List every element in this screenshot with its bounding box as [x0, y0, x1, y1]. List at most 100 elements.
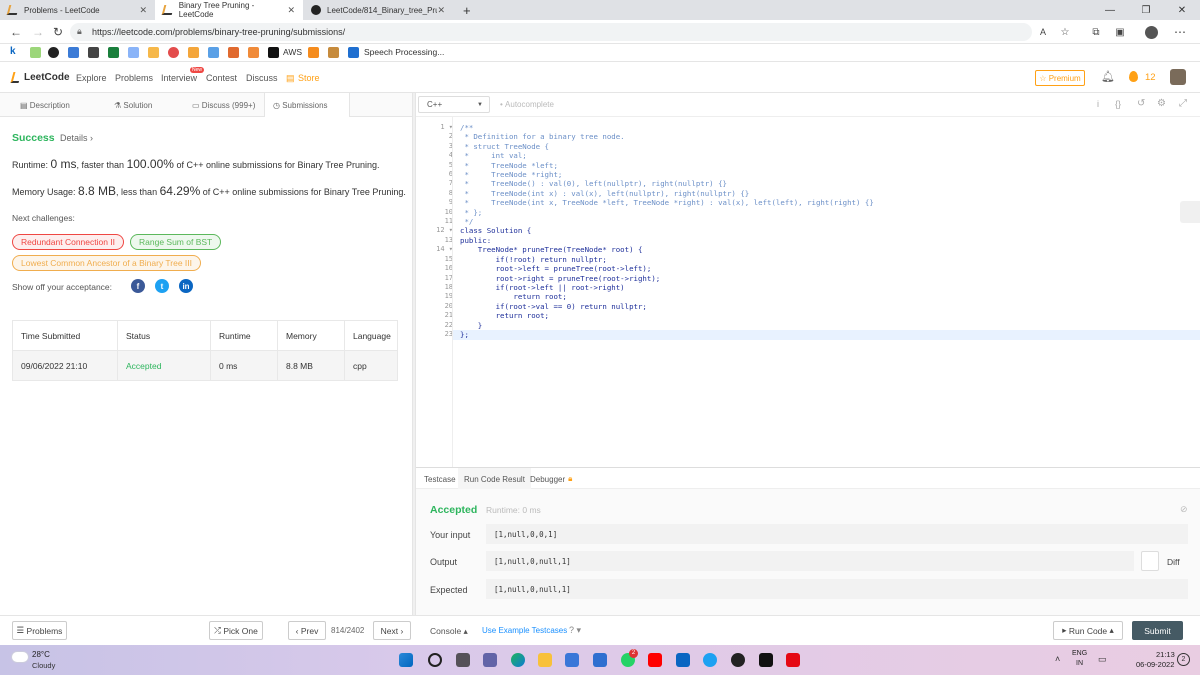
premium-button[interactable]: ☆ Premium — [1035, 70, 1085, 86]
code-line[interactable]: * TreeNode *left; — [460, 161, 874, 170]
github-bookmark-icon[interactable] — [48, 47, 59, 58]
diff-toggle[interactable] — [1141, 551, 1159, 571]
language-select[interactable]: C++ ▼ — [418, 96, 490, 113]
code-line[interactable]: /** — [460, 123, 874, 132]
bell-icon[interactable]: 🔔︎ — [1101, 70, 1115, 83]
bookmark-icon[interactable] — [68, 47, 79, 58]
submit-button[interactable]: Submit — [1132, 621, 1183, 640]
tab-close-icon[interactable]: ✕ — [437, 5, 445, 16]
favorite-icon[interactable]: ☆ — [1057, 24, 1073, 40]
code-line[interactable]: * TreeNode(int x, TreeNode *left, TreeNo… — [460, 198, 873, 207]
code-line[interactable]: * int val; — [460, 151, 874, 160]
twitter-icon[interactable] — [703, 653, 717, 667]
code-line[interactable]: } — [460, 321, 874, 330]
tab-close-icon[interactable]: ✕ — [139, 5, 147, 16]
url-field[interactable]: 🔒︎ https://leetcode.com/problems/binary-… — [70, 23, 1032, 41]
bookmark-icon[interactable] — [108, 47, 119, 58]
col-time-submitted[interactable]: Time Submitted — [12, 320, 118, 351]
extensions-icon[interactable]: ⧉ — [1088, 24, 1104, 40]
fullscreen-icon[interactable]: ⤢ — [1179, 98, 1187, 109]
bookmark-icon[interactable] — [88, 47, 99, 58]
tab-solution[interactable]: ⚗︎ Solution — [106, 93, 160, 117]
prev-button[interactable]: ‹ Prev — [288, 621, 326, 640]
col-status[interactable]: Status — [117, 320, 211, 351]
nav-interview[interactable]: Interview — [161, 73, 197, 83]
code-line[interactable]: return root; — [460, 311, 874, 320]
pick-one-button[interactable]: ⤮ Pick One — [209, 621, 263, 640]
twitter-icon[interactable]: t — [155, 279, 169, 293]
new-tab-button[interactable]: + — [455, 0, 475, 20]
code-line[interactable]: if(!root) return nullptr; — [460, 255, 874, 264]
aws-icon[interactable] — [268, 47, 279, 58]
details-link[interactable]: Details › — [60, 133, 93, 143]
read-aloud-icon[interactable]: A — [1035, 24, 1051, 40]
cell-status[interactable]: Accepted — [117, 350, 211, 381]
challenge-easy[interactable]: Range Sum of BST — [130, 234, 222, 250]
code-line[interactable]: * Definition for a binary tree node. — [460, 132, 874, 141]
nav-discuss[interactable]: Discuss — [246, 73, 278, 83]
speech-bookmark-icon[interactable] — [348, 47, 359, 58]
linkedin-icon[interactable] — [676, 653, 690, 667]
code-line[interactable]: TreeNode* pruneTree(TreeNode* root) { — [460, 245, 874, 254]
code-line[interactable]: public: — [460, 236, 874, 245]
info-icon[interactable]: i — [1097, 99, 1099, 109]
code-content[interactable]: /** * Definition for a binary tree node.… — [460, 123, 874, 339]
col-runtime[interactable]: Runtime — [210, 320, 278, 351]
col-language[interactable]: Language — [344, 320, 398, 351]
tab-description[interactable]: ▤ Description — [12, 93, 78, 117]
tab-binary-tree-pruning[interactable]: Binary Tree Pruning - LeetCode ✕ — [155, 0, 303, 20]
next-button[interactable]: Next › — [373, 621, 411, 640]
collections-icon[interactable]: ▣ — [1112, 24, 1128, 40]
tab-close-icon[interactable]: ✕ — [287, 5, 295, 16]
tab-discuss[interactable]: ▭ Discuss (999+) — [184, 93, 263, 117]
nav-problems[interactable]: Problems — [115, 73, 153, 83]
facebook-icon[interactable]: f — [131, 279, 145, 293]
user-avatar[interactable] — [1170, 69, 1186, 85]
speech-bookmark[interactable]: Speech Processing... — [364, 47, 444, 57]
network-icon[interactable]: ▭ — [1098, 654, 1107, 665]
bookmark-icon[interactable] — [208, 47, 219, 58]
k-bookmark-icon[interactable]: k — [10, 46, 16, 57]
restore-button[interactable]: ❐ — [1128, 0, 1164, 20]
bookmark-icon[interactable] — [168, 47, 179, 58]
settings-icon[interactable]: ⚙︎ — [1157, 98, 1166, 109]
table-row[interactable]: 09/06/2022 21:10 Accepted 0 ms 8.8 MB cp… — [12, 350, 398, 381]
code-line[interactable]: if(root->left || root->right) — [460, 283, 874, 292]
code-line[interactable]: */ — [460, 217, 874, 226]
tradingview-icon[interactable] — [759, 653, 773, 667]
challenge-hard[interactable]: Redundant Connection II — [12, 234, 125, 250]
help-icon[interactable]: ? ▾ — [569, 625, 581, 636]
task-view-icon[interactable] — [456, 653, 470, 667]
weather-desc[interactable]: Cloudy — [32, 661, 55, 670]
braces-icon[interactable]: {} — [1115, 99, 1121, 109]
reset-icon[interactable]: ↺ — [1137, 98, 1145, 109]
nav-store[interactable]: Store — [298, 73, 320, 83]
leetcode-logo[interactable]: LeetCode — [24, 72, 70, 83]
tab-submissions[interactable]: ◷ Submissions — [264, 93, 350, 117]
code-line[interactable]: return root; — [460, 292, 874, 301]
language-indicator[interactable]: ENG — [1072, 650, 1087, 657]
col-memory[interactable]: Memory — [277, 320, 345, 351]
code-line[interactable]: root->right = pruneTree(root->right); — [460, 274, 874, 283]
avatar[interactable] — [1143, 24, 1159, 40]
bookmark-icon[interactable] — [128, 47, 139, 58]
help-icon[interactable]: ⊘ — [1180, 504, 1188, 515]
store-icon[interactable]: ▤ — [286, 73, 295, 84]
forward-icon[interactable]: → — [30, 24, 46, 40]
bookmark-icon[interactable] — [188, 47, 199, 58]
clock-date[interactable]: 06-09-2022 — [1136, 660, 1174, 669]
autocomplete-toggle[interactable]: • Autocomplete — [500, 100, 554, 109]
nav-contest[interactable]: Contest — [206, 73, 237, 83]
bookmark-icon[interactable] — [148, 47, 159, 58]
code-line[interactable]: * }; — [460, 208, 874, 217]
netflix-icon[interactable] — [786, 653, 800, 667]
bookmark-icon[interactable] — [308, 47, 319, 58]
tab-github[interactable]: LeetCode/814_Binary_tree_Prun... ✕ — [303, 0, 453, 20]
challenge-medium[interactable]: Lowest Common Ancestor of a Binary Tree … — [12, 255, 202, 271]
teams-icon[interactable] — [483, 653, 497, 667]
code-line[interactable]: root->left = pruneTree(root->left); — [460, 264, 874, 273]
tab-debugger[interactable]: Debugger 🔒︎ — [524, 468, 578, 490]
code-line[interactable]: class Solution { — [460, 226, 874, 235]
code-line[interactable]: if(root->val == 0) return nullptr; — [460, 302, 874, 311]
use-example-testcases[interactable]: Use Example Testcases — [482, 626, 567, 635]
